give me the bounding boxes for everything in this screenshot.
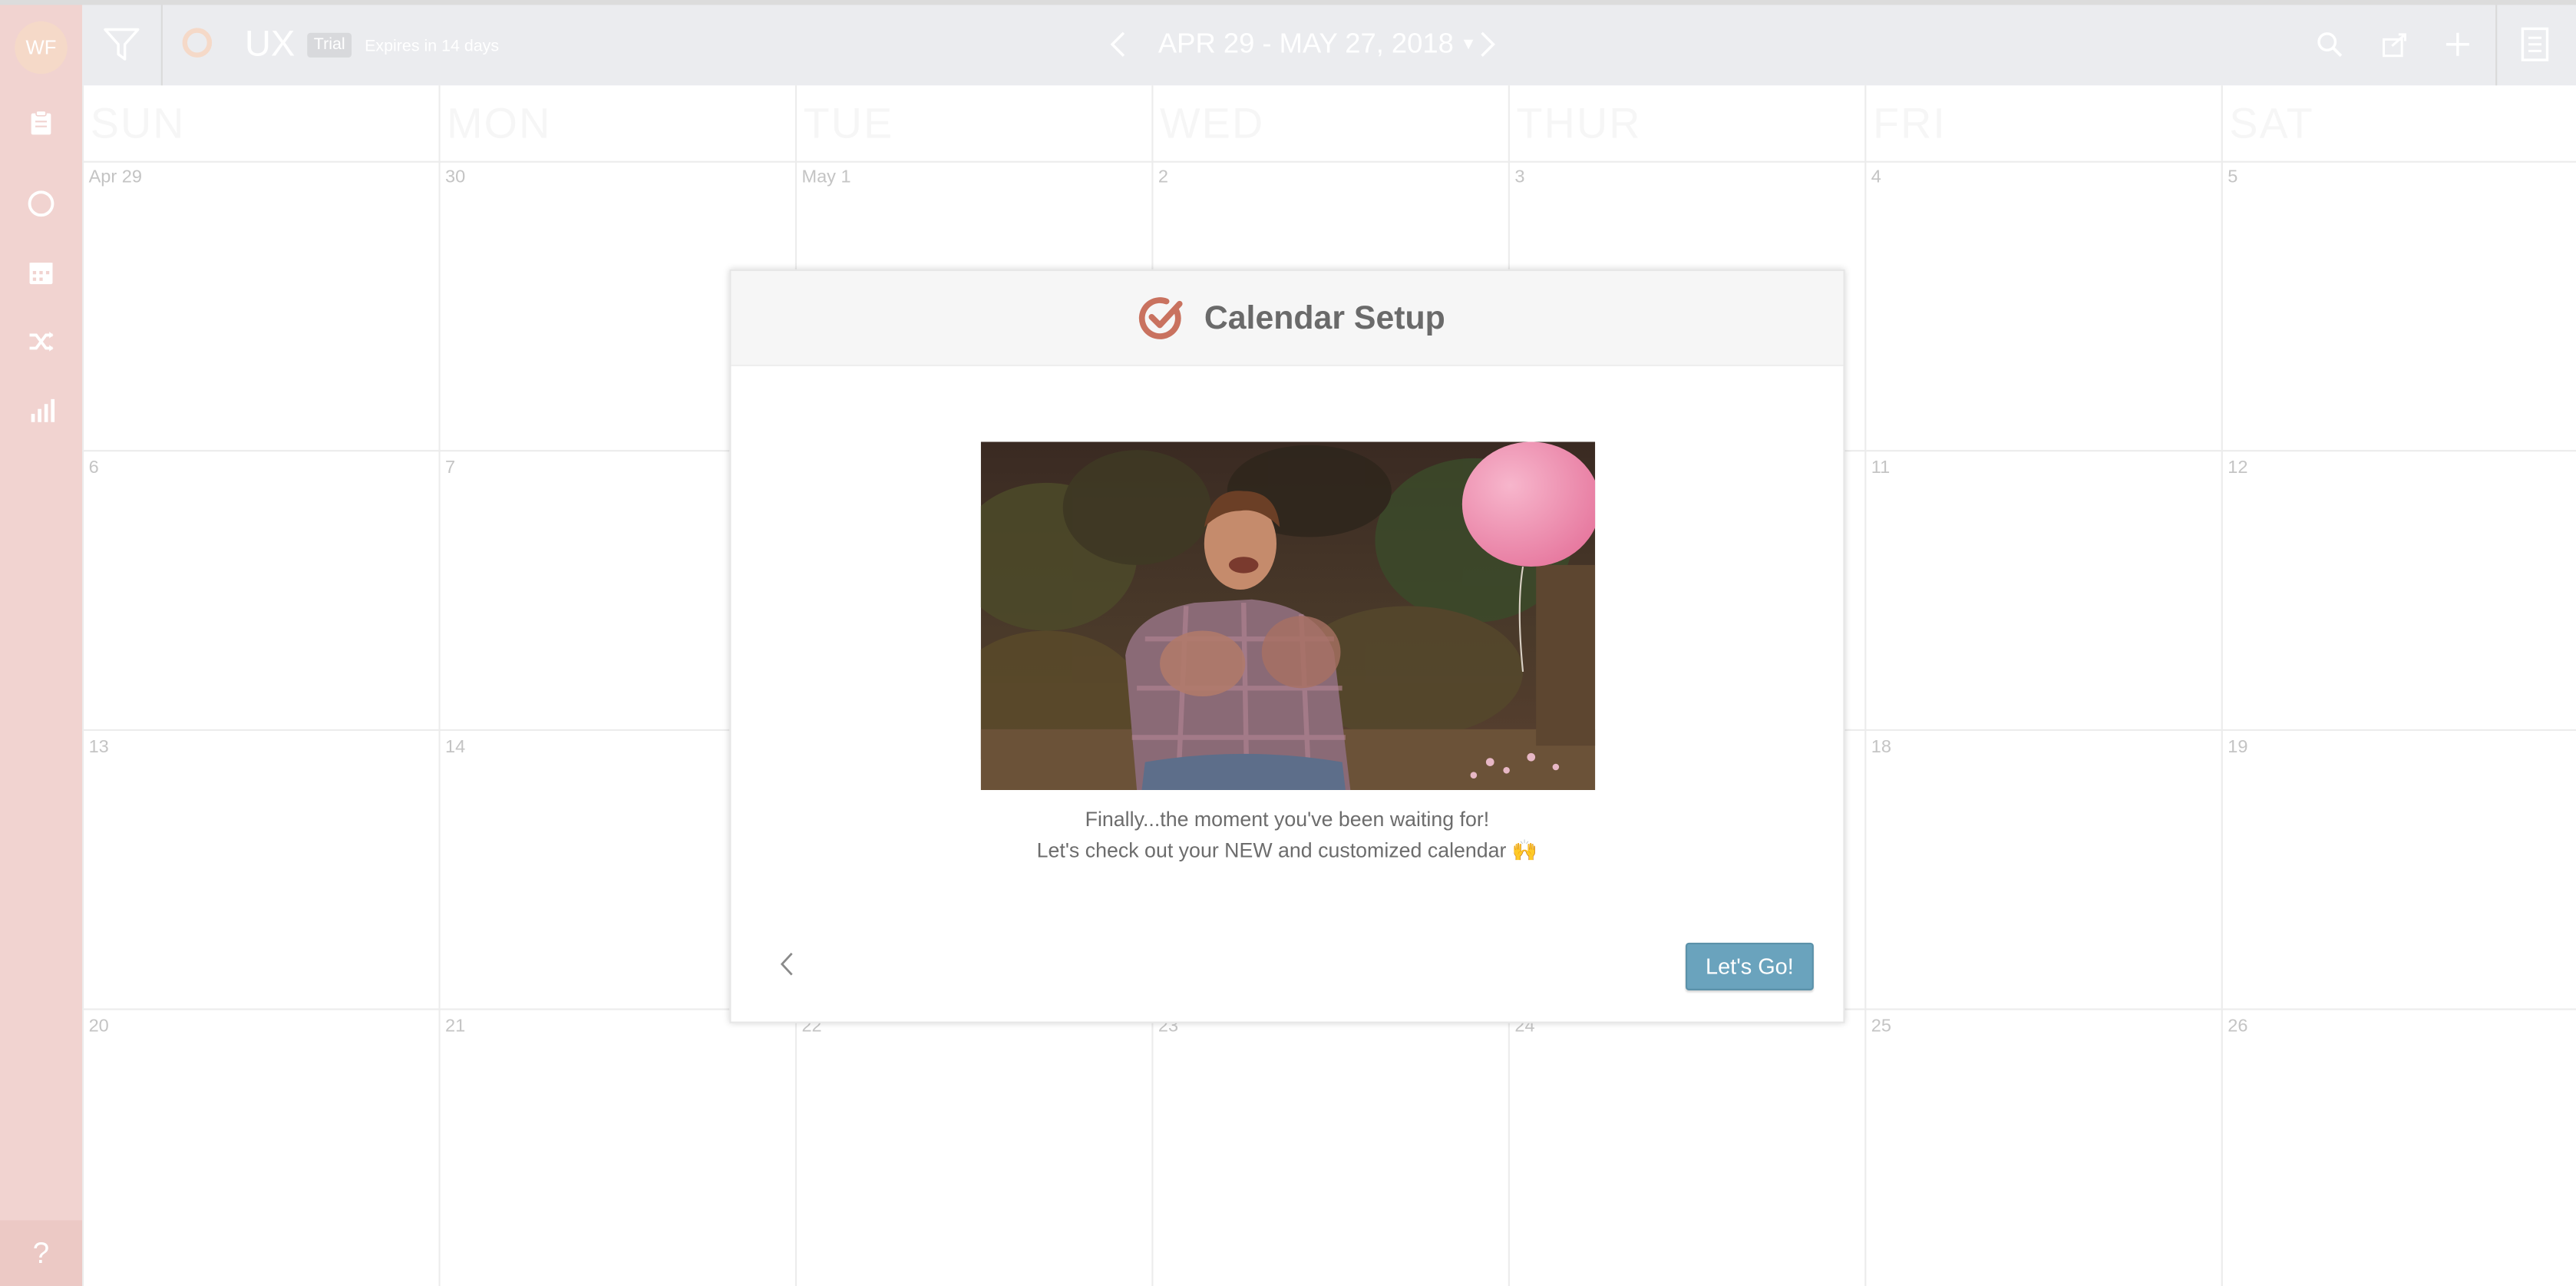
dow-sun: SUN bbox=[90, 98, 186, 148]
chevron-left-icon bbox=[780, 952, 793, 976]
dialog-message-line-2: Let's check out your NEW and customized … bbox=[1036, 839, 1538, 863]
back-button[interactable] bbox=[777, 951, 800, 981]
dow-wed: WED bbox=[1160, 98, 1265, 148]
calendar-name[interactable]: UX bbox=[245, 23, 295, 66]
day-cell-date[interactable]: 12 bbox=[2228, 458, 2247, 478]
dow-sat: SAT bbox=[2229, 98, 2314, 148]
document-icon bbox=[2521, 27, 2549, 61]
day-cell-date[interactable]: 21 bbox=[445, 1017, 465, 1036]
dialog-title: Calendar Setup bbox=[1204, 300, 1445, 337]
plus-icon bbox=[2446, 32, 2469, 56]
filter-button[interactable] bbox=[82, 5, 163, 86]
day-cell-date[interactable]: 4 bbox=[1871, 167, 1881, 187]
top-bar: UX Trial Expires in 14 days APR 29 - MAY… bbox=[82, 0, 2576, 86]
share-icon bbox=[2383, 33, 2406, 58]
filter-icon bbox=[104, 28, 140, 61]
day-cell-date[interactable]: 25 bbox=[1871, 1017, 1891, 1036]
trial-badge: Trial bbox=[307, 32, 352, 58]
day-cell-date[interactable]: 20 bbox=[89, 1017, 109, 1036]
dow-tue: TUE bbox=[803, 98, 894, 148]
day-of-week-header: SUN MON TUE WED THUR FRI SAT bbox=[82, 85, 2576, 163]
dow-mon: MON bbox=[447, 98, 552, 148]
day-cell-date[interactable]: 5 bbox=[2228, 167, 2237, 187]
search-button[interactable] bbox=[2315, 30, 2348, 63]
day-cell-date[interactable]: 3 bbox=[1514, 167, 1524, 187]
bar-chart-icon[interactable] bbox=[25, 394, 58, 427]
dow-fri: FRI bbox=[1872, 98, 1947, 148]
day-cell-date[interactable]: 14 bbox=[445, 738, 465, 758]
day-cell-date[interactable]: 26 bbox=[2228, 1017, 2247, 1036]
trial-expiry-text: Expires in 14 days bbox=[365, 38, 500, 56]
dialog-message-line-1: Finally...the moment you've been waiting… bbox=[1085, 808, 1490, 831]
add-button[interactable] bbox=[2443, 30, 2476, 63]
day-cell-date[interactable]: 2 bbox=[1158, 167, 1168, 187]
chevron-left-icon bbox=[1110, 31, 1125, 57]
notes-button[interactable] bbox=[2495, 5, 2576, 86]
circle-icon[interactable] bbox=[25, 187, 58, 220]
sidebar: WF ? bbox=[0, 0, 83, 1286]
day-cell-date[interactable]: Apr 29 bbox=[89, 167, 142, 187]
help-button[interactable]: ? bbox=[0, 1220, 83, 1286]
day-cell-date[interactable]: 6 bbox=[89, 458, 99, 478]
day-cell-date[interactable]: 30 bbox=[445, 167, 465, 187]
dow-thur: THUR bbox=[1516, 98, 1642, 148]
day-cell-date[interactable]: 19 bbox=[2228, 738, 2247, 758]
clipboard-icon[interactable] bbox=[25, 107, 58, 140]
next-period-button[interactable] bbox=[1478, 30, 1501, 63]
calendar-icon[interactable] bbox=[25, 256, 58, 289]
celebration-gif bbox=[980, 441, 1596, 790]
day-cell-date[interactable]: 7 bbox=[445, 458, 455, 478]
calendar-color-icon[interactable] bbox=[182, 28, 213, 58]
date-range-selector[interactable]: APR 29 - MAY 27, 2018 ▼ bbox=[1158, 28, 1477, 61]
date-range-label: APR 29 - MAY 27, 2018 bbox=[1158, 28, 1454, 60]
shuffle-icon[interactable] bbox=[25, 326, 58, 359]
day-cell-date[interactable]: 13 bbox=[89, 738, 109, 758]
day-cell-date[interactable]: 18 bbox=[1871, 738, 1891, 758]
day-cell-date[interactable]: 11 bbox=[1871, 458, 1890, 478]
calendar-setup-dialog: Calendar Setup Finally...the moment you'… bbox=[729, 269, 1845, 1023]
day-cell-date[interactable]: May 1 bbox=[801, 167, 850, 187]
lets-go-button[interactable]: Let's Go! bbox=[1685, 942, 1814, 990]
previous-period-button[interactable] bbox=[1108, 30, 1131, 63]
avatar[interactable]: WF bbox=[15, 21, 68, 74]
chevron-right-icon bbox=[1481, 31, 1495, 57]
search-icon bbox=[2317, 32, 2343, 58]
checkmark-logo-icon bbox=[1138, 297, 1183, 339]
share-button[interactable] bbox=[2380, 30, 2413, 63]
dialog-header: Calendar Setup bbox=[731, 270, 1844, 367]
caret-down-icon: ▼ bbox=[1460, 36, 1477, 55]
sidebar-top-border bbox=[0, 0, 83, 5]
